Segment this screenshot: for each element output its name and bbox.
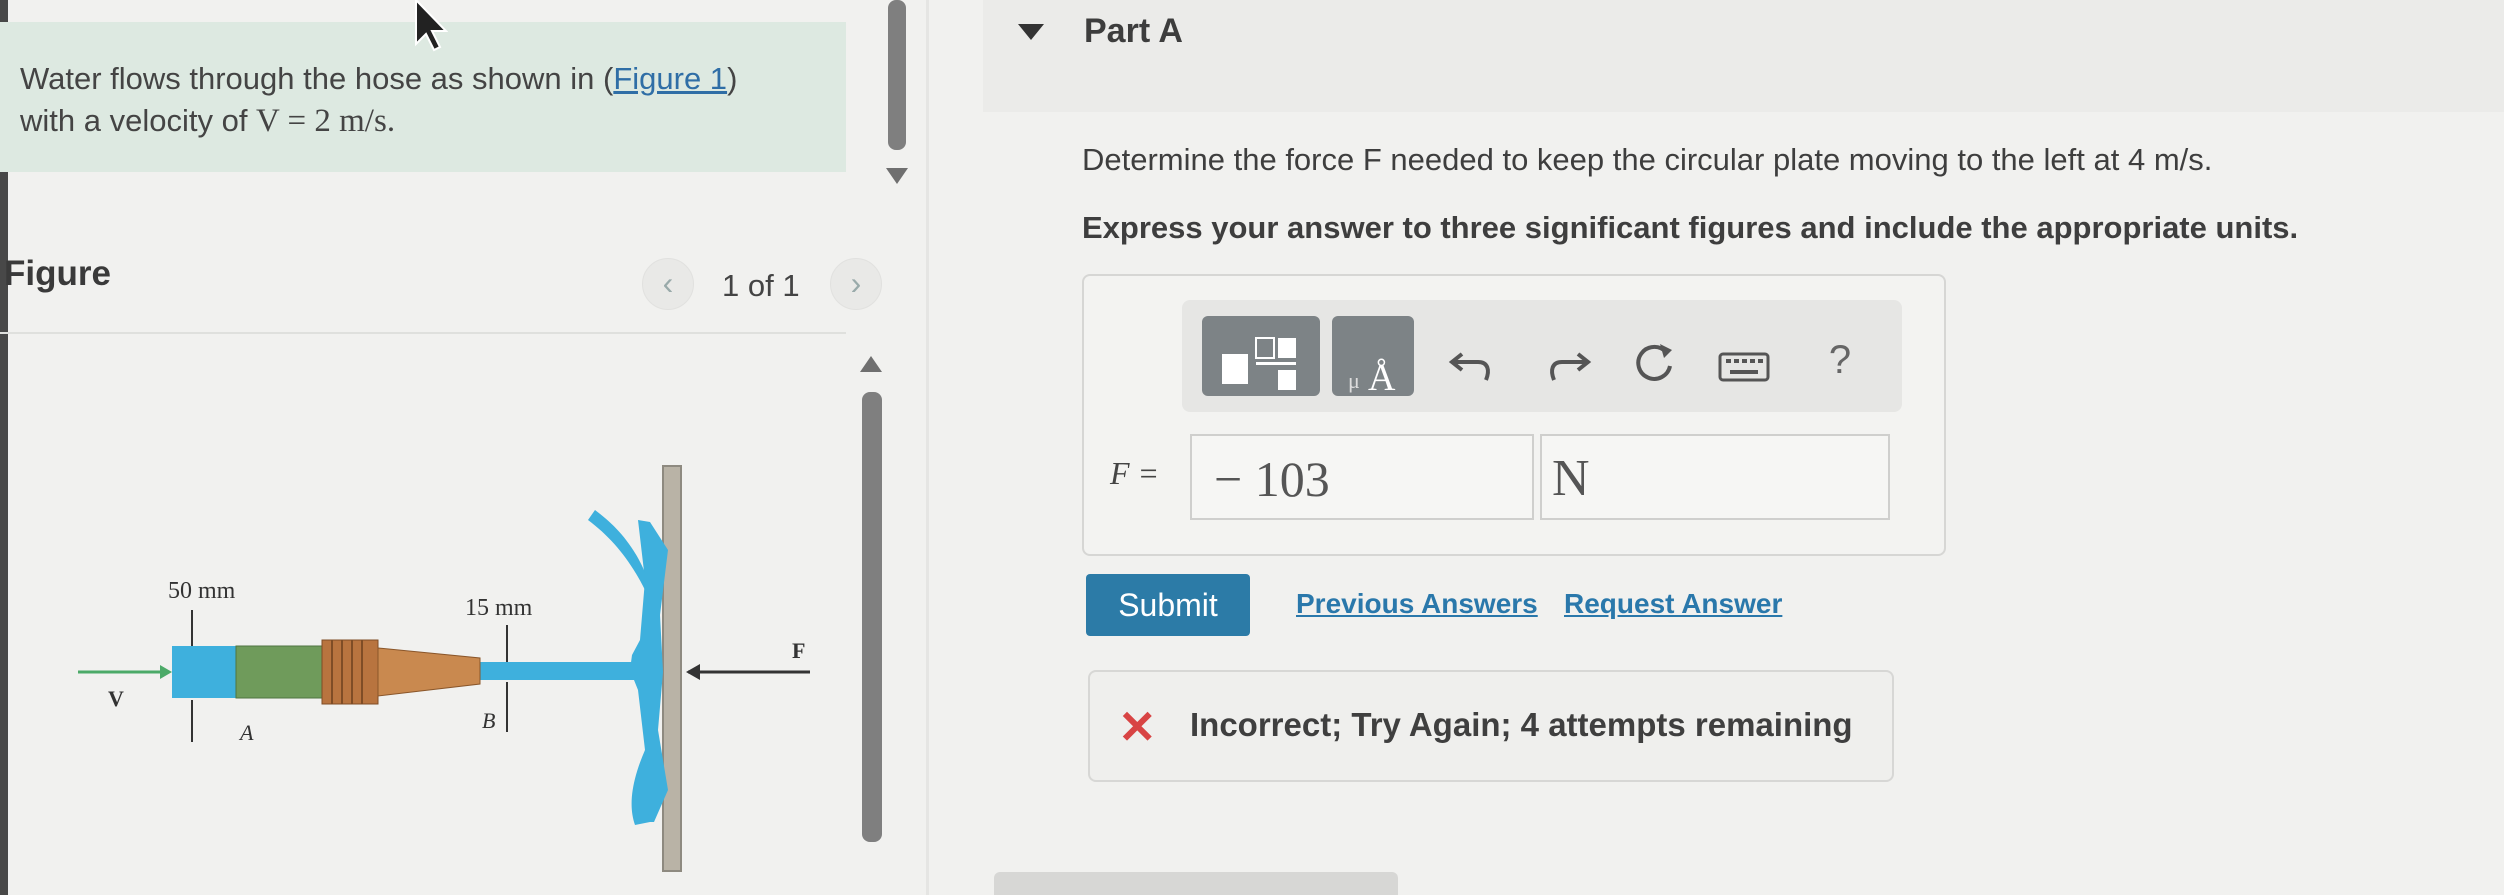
chevron-left-icon: ‹: [662, 265, 674, 301]
previous-figure-button[interactable]: ‹: [642, 258, 694, 310]
reset-icon: [1636, 344, 1672, 381]
problem-text-line2: with a velocity of: [20, 103, 257, 138]
keyboard-button[interactable]: [1718, 348, 1772, 384]
label-50mm: 50 mm: [168, 578, 236, 604]
nozzle-collar: [321, 639, 379, 705]
problem-text-part1: Water flows through the hose as shown in…: [20, 61, 614, 96]
svg-text:Å: Å: [1368, 357, 1396, 396]
figure-title: Figure: [4, 254, 111, 293]
chevron-right-icon: ›: [850, 265, 862, 301]
label-a: A: [238, 720, 254, 745]
panel-divider: [926, 0, 929, 895]
submit-button[interactable]: Submit: [1086, 574, 1250, 636]
answer-label: F =: [1110, 455, 1160, 491]
units-angstrom-icon: μ Å: [1348, 357, 1396, 399]
nozzle-cone: [377, 647, 481, 697]
problem-scrollbar-thumb[interactable]: [888, 0, 906, 150]
hose-inlet: [172, 646, 237, 698]
request-answer-link[interactable]: Request Answer: [1564, 588, 1782, 620]
collapse-caret-icon[interactable]: [1018, 24, 1044, 42]
velocity-value: V = 2 m/s.: [256, 103, 396, 139]
mouse-cursor-icon: [415, 0, 448, 52]
help-button[interactable]: ?: [1820, 338, 1860, 386]
plate: [662, 465, 682, 872]
undo-button[interactable]: [1448, 336, 1498, 386]
redo-button[interactable]: [1542, 336, 1592, 386]
hose-figure: V 50 mm A 15 mm B F: [78, 465, 810, 872]
water-jet: [480, 662, 640, 680]
hose-coupling: [235, 645, 325, 699]
previous-answers-link[interactable]: Previous Answers: [1296, 588, 1538, 620]
label-15mm: 15 mm: [465, 595, 533, 621]
fraction-template-icon: [1222, 337, 1296, 390]
incorrect-x-icon: ✕: [1118, 701, 1157, 753]
figure-link[interactable]: Figure 1: [613, 61, 727, 96]
answer-value-input[interactable]: − 103: [1190, 434, 1534, 520]
next-figure-button[interactable]: ›: [830, 258, 882, 310]
feedback-message: Incorrect; Try Again; 4 attempts remaini…: [1190, 706, 1853, 743]
templates-button[interactable]: [1202, 316, 1320, 396]
undo-icon: [1448, 352, 1490, 381]
label-f: F: [792, 638, 805, 663]
answer-unit-input[interactable]: N: [1540, 434, 1890, 520]
answer-instructions: Express your answer to three significant…: [1082, 210, 2299, 245]
figure-scrollbar-thumb[interactable]: [862, 392, 882, 842]
problem-statement: Water flows through the hose as shown in…: [20, 58, 737, 142]
part-a-header[interactable]: [983, 0, 2504, 112]
bottom-tab-return[interactable]: [994, 872, 1398, 895]
units-button[interactable]: μ Å: [1332, 316, 1414, 399]
label-v: V: [108, 686, 124, 711]
redo-icon: [1550, 352, 1592, 381]
reset-button[interactable]: [1632, 340, 1678, 386]
scroll-down-icon[interactable]: [886, 168, 908, 186]
svg-text:μ: μ: [1348, 368, 1360, 393]
flow-arrowhead: [160, 665, 172, 679]
part-a-title: Part A: [1084, 12, 1183, 50]
label-b: B: [482, 708, 495, 733]
force-arrowhead: [686, 664, 700, 680]
figure-divider: [0, 332, 846, 334]
scroll-up-icon[interactable]: [860, 356, 882, 374]
question-instruction: Determine the force F needed to keep the…: [1082, 142, 2213, 177]
keyboard-icon: [1718, 352, 1770, 382]
problem-text-part2: ): [727, 61, 738, 96]
figure-counter: 1 of 1: [722, 268, 800, 303]
